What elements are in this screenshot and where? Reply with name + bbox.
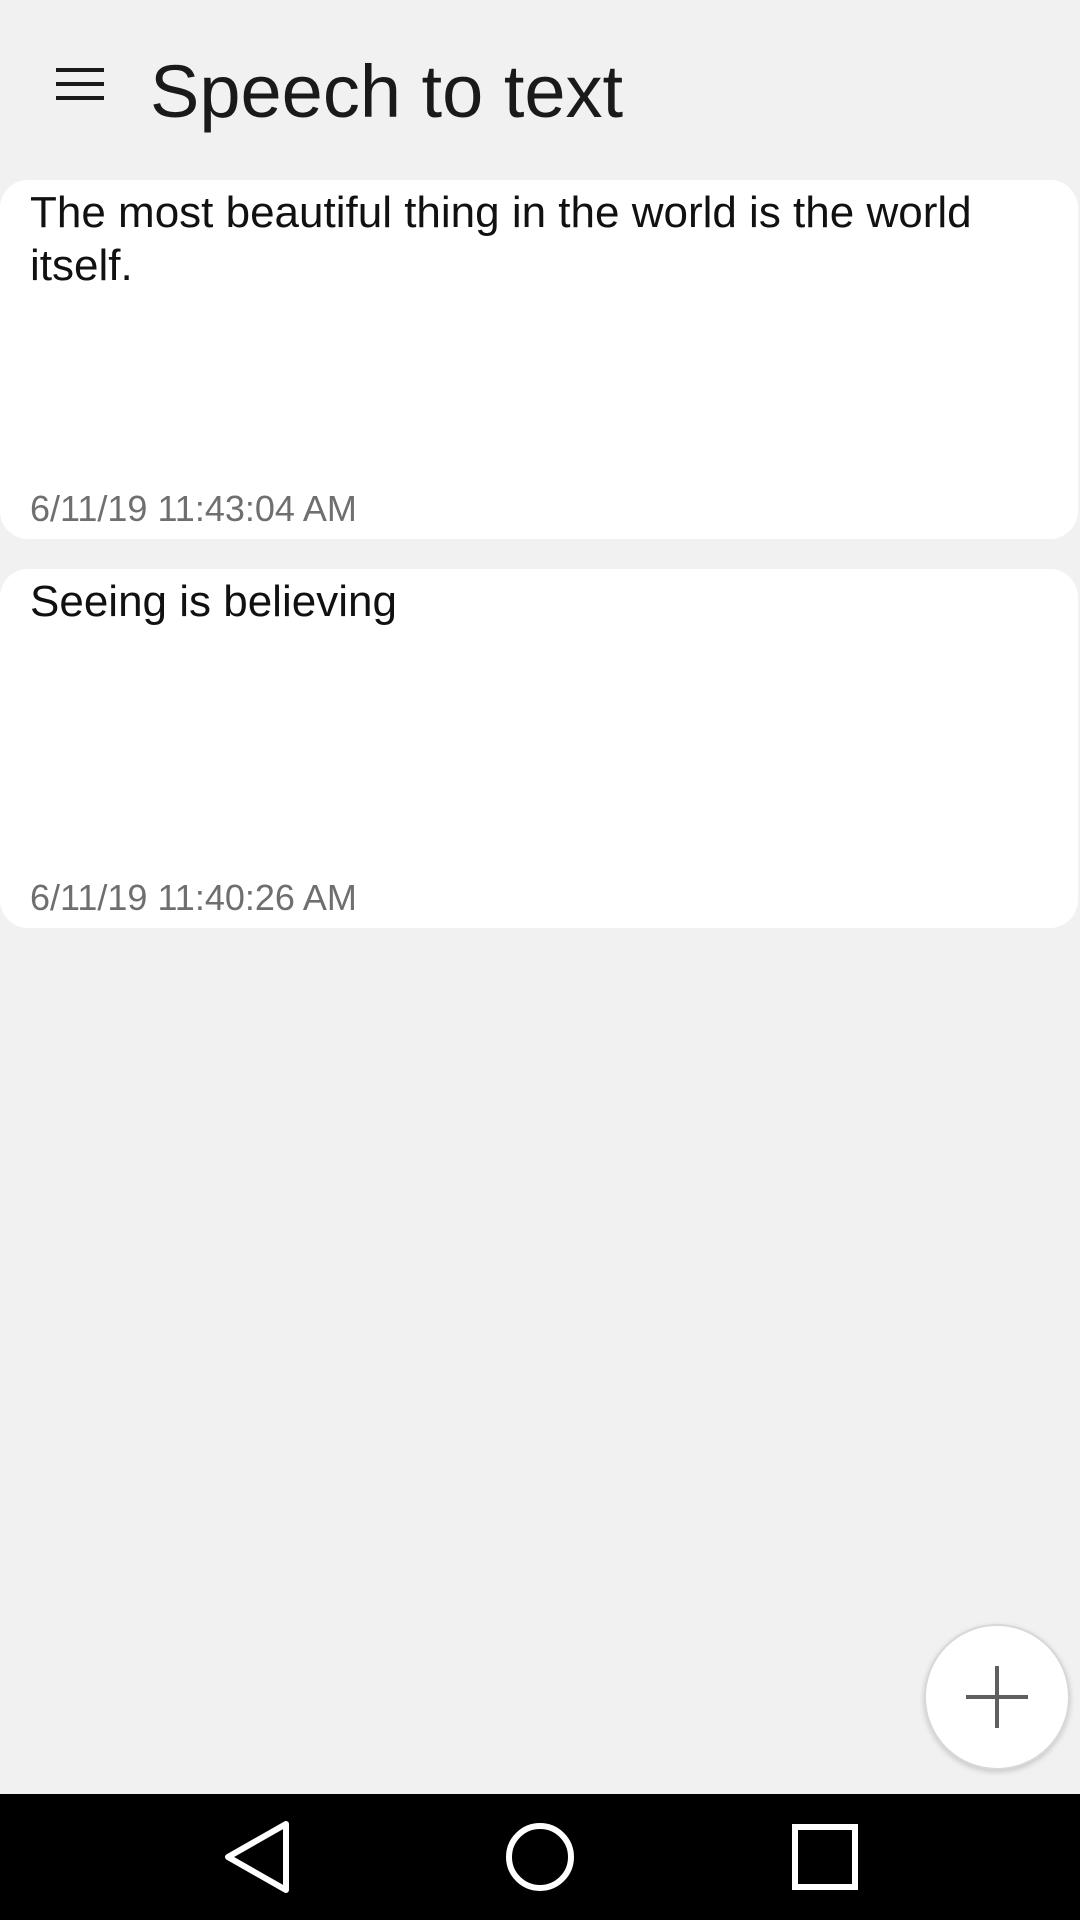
recents-square-icon: [792, 1824, 858, 1890]
hamburger-menu-icon: [56, 68, 104, 100]
back-triangle-icon: [225, 1821, 289, 1893]
add-note-button[interactable]: [924, 1624, 1070, 1770]
app-bar: Speech to text: [0, 0, 1080, 180]
page-title: Speech to text: [150, 50, 624, 133]
home-circle-icon: [506, 1823, 574, 1891]
nav-recents-button[interactable]: [780, 1812, 870, 1902]
plus-icon: [966, 1666, 1028, 1728]
note-timestamp: 6/11/19 11:40:26 AM: [30, 877, 357, 918]
note-list: The most beautiful thing in the world is…: [0, 180, 1080, 958]
note-text: Seeing is believing: [30, 577, 397, 626]
menu-button[interactable]: [54, 58, 126, 122]
note-timestamp: 6/11/19 11:43:04 AM: [30, 488, 357, 529]
system-nav-bar: [0, 1794, 1080, 1920]
nav-home-button[interactable]: [495, 1812, 585, 1902]
note-text: The most beautiful thing in the world is…: [30, 188, 972, 290]
note-card[interactable]: The most beautiful thing in the world is…: [0, 180, 1078, 539]
nav-back-button[interactable]: [210, 1812, 300, 1902]
note-card[interactable]: Seeing is believing 6/11/19 11:40:26 AM: [0, 569, 1078, 928]
